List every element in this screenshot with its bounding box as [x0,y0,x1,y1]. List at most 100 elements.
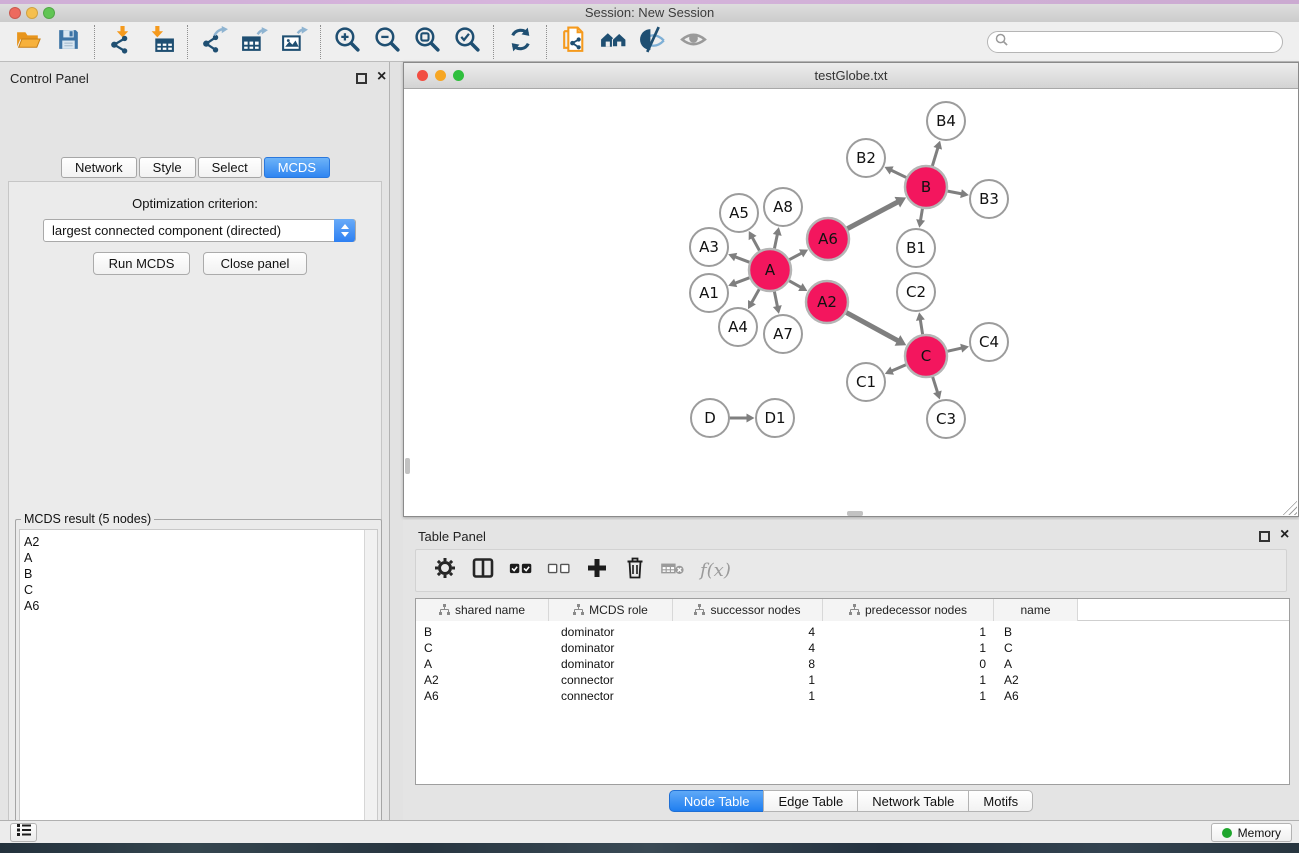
canvas-horizontal-scroll-thumb[interactable] [847,511,863,516]
network-canvas[interactable]: B4B2BB3A5A8A6B1A3AA1C2A2A4A7CC4C1C3DD1 [405,90,1297,516]
deselect-all-rows-button[interactable] [544,554,574,588]
cell-successor-nodes[interactable]: 4 [673,624,823,640]
import-network-button[interactable] [101,24,141,60]
cell-mcds-role[interactable]: connector [549,688,673,704]
table-row[interactable]: Cdominator41C [416,640,1289,656]
cell-predecessor-nodes[interactable]: 0 [823,656,994,672]
cell-predecessor-nodes[interactable]: 1 [823,672,994,688]
tab-select[interactable]: Select [198,157,262,178]
zoom-selected-button[interactable] [447,24,487,60]
graph-edge-A-A2[interactable] [787,280,801,288]
export-network-button[interactable] [194,24,234,60]
cell-predecessor-nodes[interactable]: 1 [823,688,994,704]
cell-shared-name[interactable]: A [416,656,549,672]
show-all-button[interactable] [673,24,713,60]
cell-name[interactable]: A2 [994,672,1078,688]
import-table-button[interactable] [141,24,181,60]
add-column-button[interactable] [582,554,612,588]
cell-name[interactable]: B [994,624,1078,640]
cell-mcds-role[interactable]: dominator [549,624,673,640]
graph-edge-B-B2[interactable] [891,170,908,178]
column-header-predecessor-nodes[interactable]: predecessor nodes [823,599,994,621]
graph-edge-B-B3[interactable] [946,191,962,194]
close-window-button[interactable] [9,7,21,19]
mcds-result-item[interactable]: A [20,550,377,566]
tab-motifs[interactable]: Motifs [968,790,1033,812]
graph-edge-C-C3[interactable] [932,375,938,393]
tab-network[interactable]: Network [61,157,137,178]
refresh-network-button[interactable] [500,24,540,60]
mcds-result-item[interactable]: A2 [20,534,377,550]
column-header-successor-nodes[interactable]: successor nodes [673,599,823,621]
close-table-panel-icon[interactable]: × [1280,525,1289,545]
graph-edge-A-A5[interactable] [752,237,760,252]
graph-edge-C-C2[interactable] [920,319,923,336]
zoom-window-button[interactable] [43,7,55,19]
show-column-button[interactable] [468,554,498,588]
cell-successor-nodes[interactable]: 8 [673,656,823,672]
select-all-rows-button[interactable] [506,554,536,588]
cell-predecessor-nodes[interactable]: 1 [823,640,994,656]
zoom-fit-button[interactable] [407,24,447,60]
mcds-result-item[interactable]: A6 [20,598,377,614]
tab-style[interactable]: Style [139,157,196,178]
save-session-button[interactable] [48,24,88,60]
cell-name[interactable]: C [994,640,1078,656]
graph-edge-A2-C[interactable] [845,312,899,341]
column-header-name[interactable]: name [994,599,1078,621]
cell-successor-nodes[interactable]: 1 [673,688,823,704]
table-row[interactable]: Bdominator41B [416,624,1289,640]
float-panel-icon[interactable] [356,73,367,84]
network-window-titlebar[interactable]: testGlobe.txt [404,63,1298,89]
table-options-button[interactable] [430,554,460,588]
show-task-history-button[interactable] [10,823,37,842]
mcds-result-item[interactable]: C [20,582,377,598]
export-table-button[interactable] [234,24,274,60]
search-input[interactable] [1012,35,1275,49]
cell-shared-name[interactable]: B [416,624,549,640]
delete-column-button[interactable] [620,554,650,588]
graph-edge-A6-B[interactable] [846,202,899,230]
cell-shared-name[interactable]: C [416,640,549,656]
cell-successor-nodes[interactable]: 1 [673,672,823,688]
hide-selected-button[interactable] [633,24,673,60]
run-mcds-button[interactable]: Run MCDS [93,252,190,275]
memory-button[interactable]: Memory [1211,823,1292,842]
graph-edge-C-C1[interactable] [891,364,907,371]
tab-network-table[interactable]: Network Table [857,790,969,812]
new-network-from-selection-button[interactable] [553,24,593,60]
column-header-shared-name[interactable]: shared name [416,599,549,621]
graph-edge-C-C4[interactable] [946,348,963,352]
network-zoom-button[interactable] [453,70,464,81]
graph-edge-A-A3[interactable] [735,257,752,263]
minimize-window-button[interactable] [26,7,38,19]
delete-table-button[interactable] [658,554,688,588]
graph-edge-A-A8[interactable] [774,234,777,250]
cell-successor-nodes[interactable]: 4 [673,640,823,656]
table-row[interactable]: A2connector11A2 [416,672,1289,688]
graph-edge-A-A4[interactable] [751,287,760,303]
graph-edge-A-A6[interactable] [788,253,802,261]
cell-shared-name[interactable]: A6 [416,688,549,704]
apply-function-button[interactable]: f(x) [696,554,731,588]
first-neighbors-button[interactable] [593,24,633,60]
zoom-out-button[interactable] [367,24,407,60]
network-minimize-button[interactable] [435,70,446,81]
network-close-button[interactable] [417,70,428,81]
cell-name[interactable]: A [994,656,1078,672]
cell-name[interactable]: A6 [994,688,1078,704]
close-panel-icon[interactable]: × [377,67,386,87]
tab-mcds[interactable]: MCDS [264,157,330,178]
cell-mcds-role[interactable]: dominator [549,656,673,672]
mcds-list-scrollbar[interactable] [364,530,377,853]
node-table[interactable]: shared nameMCDS rolesuccessor nodesprede… [415,598,1290,785]
tab-node-table[interactable]: Node Table [669,790,765,812]
zoom-in-button[interactable] [327,24,367,60]
close-panel-button[interactable]: Close panel [203,252,307,275]
graph-edge-A-A1[interactable] [735,277,752,283]
table-row[interactable]: A6connector11A6 [416,688,1289,704]
export-image-button[interactable] [274,24,314,60]
table-row[interactable]: Adominator80A [416,656,1289,672]
mcds-result-item[interactable]: B [20,566,377,582]
float-table-panel-icon[interactable] [1259,531,1270,542]
